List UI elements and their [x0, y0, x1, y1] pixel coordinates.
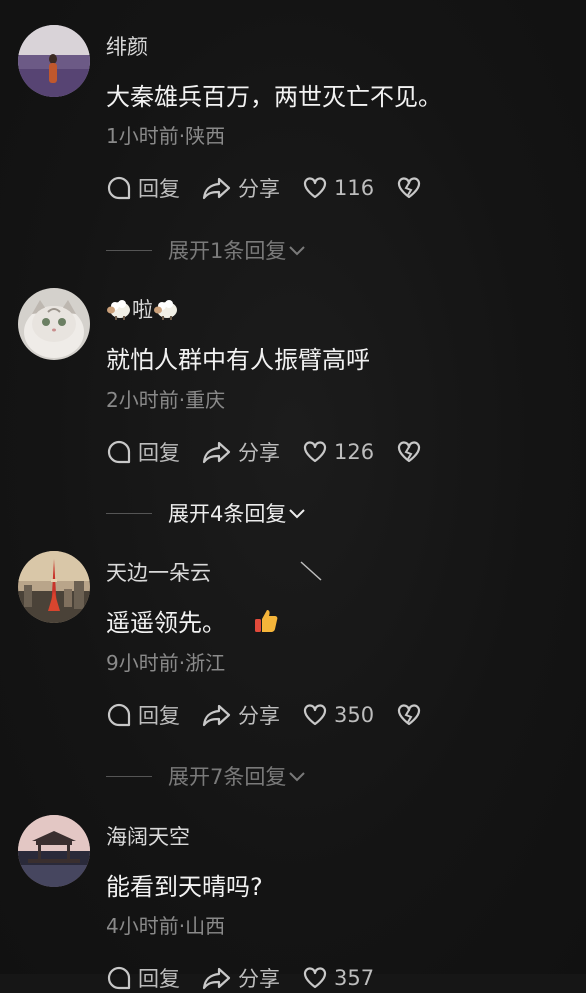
reply-label: 回复 [138, 441, 180, 465]
heart-icon [303, 967, 327, 989]
chevron-down-icon [289, 772, 306, 782]
divider-line [106, 775, 152, 777]
comment-text: 能看到天晴吗? [106, 873, 263, 901]
avatar[interactable] [18, 815, 90, 887]
share-button[interactable]: 分享 [202, 437, 280, 467]
avatar[interactable] [18, 288, 90, 360]
comment-text: 就怕人群中有人振臂高呼 [106, 346, 370, 374]
expand-replies-button[interactable]: 展开7条回复 [106, 761, 306, 791]
comment-actions: 回复 分享 116 [106, 173, 450, 203]
reply-icon [107, 966, 131, 990]
share-icon [202, 704, 231, 727]
share-label: 分享 [238, 441, 280, 465]
sheep-icon [106, 298, 132, 325]
broken-heart-icon [397, 704, 421, 726]
heart-icon [303, 441, 327, 463]
expand-replies-button[interactable]: 展开1条回复 [106, 235, 306, 265]
like-count: 116 [334, 176, 375, 200]
share-icon [202, 967, 231, 990]
divider-line [106, 512, 152, 514]
chevron-down-icon [289, 509, 306, 519]
comment-meta: 1小时前·陕西 [106, 124, 226, 148]
reply-icon [107, 703, 131, 727]
heart-icon [303, 177, 327, 199]
reply-label: 回复 [138, 704, 180, 728]
dislike-button[interactable] [396, 703, 428, 727]
share-label: 分享 [238, 704, 280, 728]
like-count: 126 [334, 440, 375, 464]
comment-actions: 回复 分享 357 [106, 963, 396, 993]
comment-actions: 回复 分享 126 [106, 437, 450, 467]
share-button[interactable]: 分享 [202, 700, 280, 730]
share-button[interactable]: 分享 [202, 173, 280, 203]
comment-text: 大秦雄兵百万，两世灭亡不见。 [106, 83, 442, 111]
comment-meta: 2小时前·重庆 [106, 388, 226, 412]
share-label: 分享 [238, 177, 280, 201]
reply-button[interactable]: 回复 [106, 700, 180, 730]
username[interactable]: 绯颜 [106, 31, 148, 61]
share-icon [202, 177, 231, 200]
broken-heart-icon [397, 441, 421, 463]
username-row[interactable]: 啦 [106, 294, 179, 325]
username: 啦 [132, 298, 153, 322]
share-icon [202, 441, 231, 464]
reply-label: 回复 [138, 967, 180, 991]
background [0, 0, 586, 974]
comment-actions: 回复 分享 350 [106, 700, 450, 730]
share-label: 分享 [238, 967, 280, 991]
reply-icon [107, 176, 131, 200]
username[interactable]: 海阔天空 [106, 821, 190, 851]
comment-text-row: 遥遥领先。 [106, 603, 280, 641]
like-button[interactable]: 126 [302, 440, 374, 464]
like-button[interactable]: 350 [302, 703, 374, 727]
broken-heart-icon [397, 177, 421, 199]
reply-icon [107, 440, 131, 464]
like-count: 350 [334, 703, 375, 727]
share-button[interactable]: 分享 [202, 963, 280, 993]
heart-icon [303, 704, 327, 726]
slash-mark-icon [300, 561, 322, 581]
chevron-down-icon [289, 246, 306, 256]
expand-label: 展开1条回复 [168, 239, 287, 263]
expand-replies-button[interactable]: 展开4条回复 [106, 498, 306, 528]
reply-button[interactable]: 回复 [106, 963, 180, 993]
expand-label: 展开7条回复 [168, 765, 287, 789]
divider-line [106, 249, 152, 251]
reply-button[interactable]: 回复 [106, 437, 180, 467]
expand-label: 展开4条回复 [168, 502, 287, 526]
reply-button[interactable]: 回复 [106, 173, 180, 203]
comment-meta: 9小时前·浙江 [106, 651, 226, 675]
reply-label: 回复 [138, 177, 180, 201]
sheep-icon [153, 298, 179, 325]
username[interactable]: 天边一朵云 [106, 557, 211, 587]
like-count: 357 [334, 966, 375, 990]
dislike-button[interactable] [396, 176, 428, 200]
thumbs-up-icon [252, 607, 280, 641]
like-button[interactable]: 116 [302, 176, 374, 200]
avatar[interactable] [18, 551, 90, 623]
like-button[interactable]: 357 [302, 966, 374, 990]
dislike-button[interactable] [396, 440, 428, 464]
avatar[interactable] [18, 25, 90, 97]
comment-text: 遥遥领先。 [106, 609, 226, 637]
comment-meta: 4小时前·山西 [106, 914, 226, 938]
